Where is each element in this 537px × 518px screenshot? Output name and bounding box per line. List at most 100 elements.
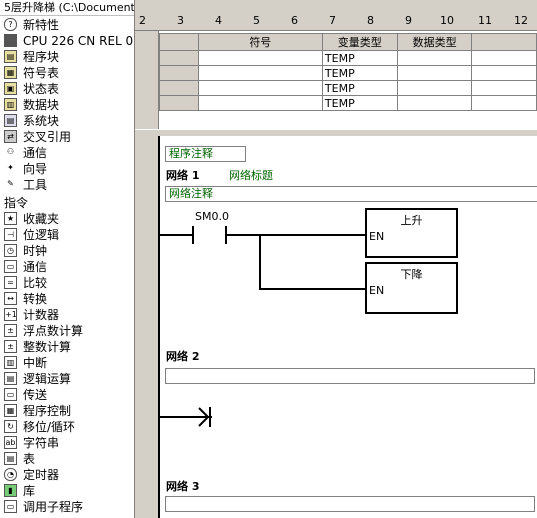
variable-table-header: 符号 变量类型 数据类型 <box>159 33 537 51</box>
clock-icon: ◷ <box>4 244 17 257</box>
data-type-cell[interactable] <box>396 80 473 96</box>
communication-icon: ▭ <box>4 260 17 273</box>
network-1-title[interactable]: 网络标题 <box>229 167 273 183</box>
ladder-editor[interactable]: 程序注释 网络 1 网络标题 网络注释 SM0.0 上升 EN 下降 EN 网络… <box>135 136 537 518</box>
var-type-cell[interactable]: TEMP <box>321 95 398 111</box>
branch-wire <box>259 288 367 290</box>
symbol-cell[interactable] <box>197 80 323 96</box>
col-symbol[interactable]: 符号 <box>197 33 323 51</box>
col-var-type[interactable]: 变量类型 <box>321 33 398 51</box>
row-header[interactable] <box>159 80 199 96</box>
open-branch-arrow-icon[interactable] <box>195 406 215 428</box>
en-pin: EN <box>369 284 385 297</box>
string-icon: ab <box>4 436 17 449</box>
counter-icon: +1 <box>4 308 17 321</box>
shift-rotate-icon: ↻ <box>4 420 17 433</box>
en-pin: EN <box>369 230 385 243</box>
network-1-comment[interactable]: 网络注释 <box>165 186 537 202</box>
table-row[interactable]: TEMP <box>159 95 537 111</box>
program-comment[interactable]: 程序注释 <box>165 146 246 162</box>
comment-cell[interactable] <box>471 95 537 111</box>
logic-op-icon: ▤ <box>4 372 17 385</box>
rung-wire <box>227 234 367 236</box>
contact-address[interactable]: SM0.0 <box>195 210 229 223</box>
variable-table[interactable]: 符号 变量类型 数据类型 TEMP TEMP TEMP TEMP <box>159 33 537 111</box>
table-row[interactable]: TEMP <box>159 80 537 96</box>
ruler-label: 2 <box>139 14 146 27</box>
variable-table-gutter <box>135 31 159 129</box>
interrupt-icon: ▥ <box>4 356 17 369</box>
integer-math-icon: ± <box>4 340 17 353</box>
symbol-cell[interactable] <box>197 65 323 81</box>
bit-logic-icon: ⊣ <box>4 228 17 241</box>
var-type-cell[interactable]: TEMP <box>321 50 398 66</box>
call-box-down[interactable]: 下降 EN <box>365 262 458 314</box>
network-3-comment[interactable] <box>165 496 535 512</box>
var-type-cell[interactable]: TEMP <box>321 65 398 81</box>
symbol-table-icon: ▦ <box>4 66 17 79</box>
call-box-up[interactable]: 上升 EN <box>365 208 458 258</box>
data-type-cell[interactable] <box>396 95 473 111</box>
ruler-label: 11 <box>478 14 492 27</box>
data-type-cell[interactable] <box>396 65 473 81</box>
favorites-icon: ★ <box>4 212 17 225</box>
rung-wire <box>160 234 192 236</box>
communication-icon: ⚇ <box>6 147 15 156</box>
contact-left-bar[interactable] <box>192 226 194 244</box>
ruler-label: 10 <box>440 14 454 27</box>
system-block-icon: ▤ <box>4 114 17 127</box>
variable-table-pane[interactable]: 符号 变量类型 数据类型 TEMP TEMP TEMP TEMP <box>135 31 537 129</box>
subroutine-icon: ▭ <box>4 500 17 513</box>
network-2-label[interactable]: 网络 2 <box>166 348 199 364</box>
comment-cell[interactable] <box>471 50 537 66</box>
program-block-icon: ▤ <box>4 50 17 63</box>
ruler-label: 5 <box>253 14 260 27</box>
program-control-icon: ▦ <box>4 404 17 417</box>
float-math-icon: ± <box>4 324 17 337</box>
help-icon: ? <box>4 18 17 31</box>
ruler-label: 6 <box>291 14 298 27</box>
ruler-label: 8 <box>367 14 374 27</box>
power-rail <box>158 136 160 518</box>
cross-reference-icon: ⇄ <box>4 130 17 143</box>
ruler-label: 12 <box>514 14 528 27</box>
move-icon: ▭ <box>4 388 17 401</box>
branch-wire <box>259 234 261 289</box>
symbol-cell[interactable] <box>197 95 323 111</box>
ruler-label: 9 <box>405 14 412 27</box>
table-icon: ▤ <box>4 452 17 465</box>
network-3-label[interactable]: 网络 3 <box>166 478 199 494</box>
data-block-icon: ▥ <box>4 98 17 111</box>
wizard-icon: ✦ <box>7 163 14 172</box>
col-data-type[interactable]: 数据类型 <box>396 33 473 51</box>
row-header[interactable] <box>159 65 199 81</box>
status-table-icon: ▣ <box>4 82 17 95</box>
table-row[interactable]: TEMP <box>159 50 537 66</box>
table-row[interactable]: TEMP <box>159 65 537 81</box>
comment-cell[interactable] <box>471 65 537 81</box>
ruler-label: 7 <box>329 14 336 27</box>
tools-icon: ✎ <box>7 179 14 188</box>
network-2-comment[interactable] <box>165 368 535 384</box>
call-box-up-title: 上升 <box>400 214 423 227</box>
convert-icon: ↔ <box>4 292 17 305</box>
var-type-cell[interactable]: TEMP <box>321 80 398 96</box>
col-comment[interactable] <box>471 33 537 51</box>
library-icon: ▮ <box>4 484 17 497</box>
instructions-section[interactable]: 指令 <box>4 195 28 211</box>
network-1-label[interactable]: 网络 1 <box>166 167 199 183</box>
editor-gutter <box>135 136 158 518</box>
timer-icon: ◔ <box>4 468 17 481</box>
symbol-cell[interactable] <box>197 50 323 66</box>
project-title: 5层升降梯 (C:\Documents <box>0 0 134 16</box>
call-box-down-title: 下降 <box>400 268 423 281</box>
compare-icon: = <box>4 276 17 289</box>
data-type-cell[interactable] <box>396 50 473 66</box>
project-tree[interactable]: 5层升降梯 (C:\Documents ? 新特性 CPU 226 CN REL… <box>0 0 135 518</box>
comment-cell[interactable] <box>471 80 537 96</box>
ruler-label: 4 <box>215 14 222 27</box>
row-header[interactable] <box>159 50 199 66</box>
row-header[interactable] <box>159 95 199 111</box>
ruler-label: 3 <box>177 14 184 27</box>
ruler: 2 3 4 5 6 7 8 9 10 11 12 <box>135 12 537 31</box>
